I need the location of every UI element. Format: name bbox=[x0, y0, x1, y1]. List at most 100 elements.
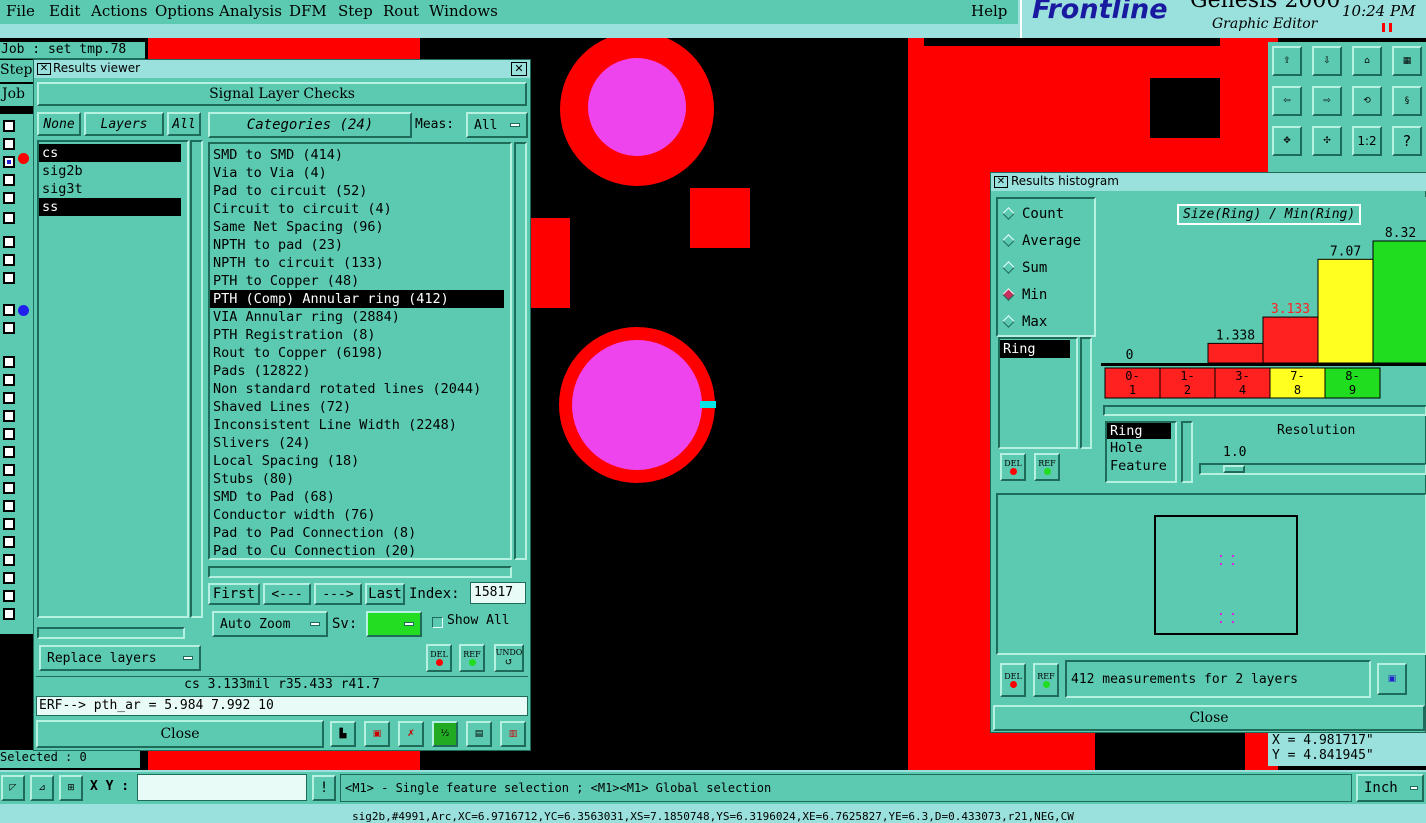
last-button[interactable]: Last bbox=[365, 583, 405, 605]
report-icon[interactable]: ▤ bbox=[466, 721, 492, 747]
zoom-center-icon[interactable]: ✣ bbox=[1312, 126, 1342, 156]
mode-radio-sum[interactable]: Sum bbox=[998, 254, 1094, 281]
layer-checkbox[interactable] bbox=[3, 356, 15, 368]
layers-hscrollbar[interactable] bbox=[37, 627, 185, 639]
category-list-item[interactable]: Shaved Lines (72) bbox=[210, 398, 504, 416]
category-list-item[interactable]: Pads (12822) bbox=[210, 362, 504, 380]
delete-ref-icon[interactable]: ✗ bbox=[398, 721, 424, 747]
menu-analysis[interactable]: Analysis bbox=[219, 2, 282, 20]
category-list-item[interactable]: NPTH to circuit (133) bbox=[210, 254, 504, 272]
hist-ref-button[interactable]: REF bbox=[1034, 453, 1060, 481]
category-list-item[interactable]: Pad to circuit (52) bbox=[210, 182, 504, 200]
layer-checkbox[interactable] bbox=[3, 212, 15, 224]
help-icon[interactable]: ? bbox=[1392, 126, 1422, 156]
show-all-checkbox[interactable] bbox=[432, 617, 443, 628]
slider-thumb[interactable] bbox=[1223, 465, 1245, 473]
index-field[interactable]: 15817 bbox=[470, 582, 526, 604]
xy-input[interactable] bbox=[137, 774, 307, 801]
mode-radio-max[interactable]: Max bbox=[998, 308, 1094, 335]
menu-windows[interactable]: Windows bbox=[429, 2, 498, 20]
layer-checkbox[interactable] bbox=[3, 392, 15, 404]
layer-checkbox[interactable] bbox=[3, 536, 15, 548]
attr-list[interactable]: Ring Hole Feature bbox=[1105, 421, 1177, 483]
layer-checkbox[interactable] bbox=[3, 120, 15, 132]
menu-dfm[interactable]: DFM bbox=[289, 2, 327, 20]
attr-scrollbar[interactable] bbox=[1181, 421, 1193, 483]
layer-checkbox[interactable] bbox=[3, 156, 15, 168]
warning-icon[interactable]: ! bbox=[312, 775, 336, 801]
highlight-icon[interactable]: ▣ bbox=[364, 721, 390, 747]
category-list-item[interactable]: Circuit to circuit (4) bbox=[210, 200, 504, 218]
toolbar-icon-6[interactable]: ⇨ bbox=[1312, 86, 1342, 116]
layer-checkbox[interactable] bbox=[3, 272, 15, 284]
field-list[interactable]: Ring bbox=[998, 337, 1078, 449]
hist-ref-button-2[interactable]: REF bbox=[1033, 663, 1059, 697]
window-menu-icon[interactable]: ✕ bbox=[994, 176, 1008, 188]
menu-file[interactable]: File bbox=[6, 2, 35, 20]
sv-color-select[interactable] bbox=[366, 611, 422, 637]
layer-checkbox[interactable] bbox=[3, 322, 15, 334]
layer-checkbox[interactable] bbox=[3, 236, 15, 248]
layer-checkbox[interactable] bbox=[3, 138, 15, 150]
del-button[interactable]: DEL bbox=[426, 644, 452, 672]
category-list-item[interactable]: PTH to Copper (48) bbox=[210, 272, 504, 290]
layer-checkbox[interactable] bbox=[3, 192, 15, 204]
resolution-slider[interactable] bbox=[1199, 463, 1426, 475]
categories-list[interactable]: SMD to SMD (414) Via to Via (4) Pad to cir… bbox=[208, 142, 512, 560]
histogram-bar[interactable] bbox=[1372, 240, 1426, 364]
mode-radio-count[interactable]: Count bbox=[998, 200, 1094, 227]
layer-checkbox[interactable] bbox=[3, 554, 15, 566]
category-list-item[interactable]: Inconsistent Line Width (2248) bbox=[210, 416, 504, 434]
close-button[interactable]: Close bbox=[36, 720, 324, 748]
histogram-bar[interactable] bbox=[1207, 342, 1264, 364]
layer-list-item[interactable]: sig3t bbox=[39, 180, 181, 198]
attr-list-item[interactable]: Hole bbox=[1107, 439, 1175, 457]
auto-zoom-select[interactable]: Auto Zoom bbox=[212, 611, 328, 637]
measure-tool-icon[interactable]: ⊿ bbox=[30, 775, 54, 801]
toolbar-icon-4[interactable]: ▦ bbox=[1392, 46, 1422, 76]
histogram-bar[interactable] bbox=[1262, 316, 1319, 364]
toolbar-icon-7[interactable]: ⟲ bbox=[1352, 86, 1382, 116]
categories-scrollbar[interactable] bbox=[514, 142, 527, 560]
replace-layers-select[interactable]: Replace layers bbox=[39, 645, 201, 671]
category-list-item[interactable]: Local Spacing (18) bbox=[210, 452, 504, 470]
layers-none-button[interactable]: None bbox=[37, 112, 81, 136]
category-list-item[interactable]: Stubs (80) bbox=[210, 470, 504, 488]
first-button[interactable]: First bbox=[208, 583, 260, 605]
category-list-item[interactable]: SMD to SMD (414) bbox=[210, 146, 504, 164]
category-list-item[interactable]: SMD to Pad (68) bbox=[210, 488, 504, 506]
one-two-icon[interactable]: ½ bbox=[432, 721, 458, 747]
layer-checkbox[interactable] bbox=[3, 254, 15, 266]
category-list-item[interactable]: NPTH to pad (23) bbox=[210, 236, 504, 254]
hist-del-button-2[interactable]: DEL bbox=[1000, 663, 1026, 697]
layers-button[interactable]: Layers bbox=[84, 112, 164, 136]
layer-list-item[interactable]: ss bbox=[39, 198, 181, 216]
menu-edit[interactable]: Edit bbox=[49, 2, 80, 20]
hist-del-button[interactable]: DEL bbox=[1000, 453, 1026, 481]
category-list-item[interactable]: Via to Via (4) bbox=[210, 164, 504, 182]
category-list-item[interactable]: PTH (Comp) Annular ring (412) bbox=[210, 290, 504, 308]
mode-radio-average[interactable]: Average bbox=[998, 227, 1094, 254]
layer-checkbox[interactable] bbox=[3, 572, 15, 584]
zoom-1-2-icon[interactable]: 1:2 bbox=[1352, 126, 1382, 156]
menu-options[interactable]: Options bbox=[155, 2, 214, 20]
category-list-item[interactable]: VIA Annular ring (2884) bbox=[210, 308, 504, 326]
select-tool-icon[interactable]: ◸ bbox=[1, 775, 25, 801]
toolbar-icon-1[interactable]: ⇧ bbox=[1272, 46, 1302, 76]
category-list-item[interactable]: PTH Registration (8) bbox=[210, 326, 504, 344]
chart-bars-icon[interactable]: ▙ bbox=[330, 721, 356, 747]
menu-help[interactable]: Help bbox=[971, 2, 1007, 20]
layer-list-item[interactable]: cs bbox=[39, 144, 181, 162]
meas-select[interactable]: All bbox=[466, 112, 528, 138]
layer-checkbox[interactable] bbox=[3, 608, 15, 620]
layer-checkbox[interactable] bbox=[3, 464, 15, 476]
layer-checkbox[interactable] bbox=[3, 482, 15, 494]
layers-scrollbar[interactable] bbox=[190, 140, 203, 618]
category-list-item[interactable]: Rout to Copper (6198) bbox=[210, 344, 504, 362]
categories-button[interactable]: Categories (24) bbox=[208, 112, 412, 138]
menu-step[interactable]: Step bbox=[338, 2, 373, 20]
toolbar-icon-2[interactable]: ⇩ bbox=[1312, 46, 1342, 76]
category-list-item[interactable]: Same Net Spacing (96) bbox=[210, 218, 504, 236]
toolbar-icon-3[interactable]: ⌂ bbox=[1352, 46, 1382, 76]
undo-button[interactable]: UNDO ↺ bbox=[494, 644, 524, 672]
